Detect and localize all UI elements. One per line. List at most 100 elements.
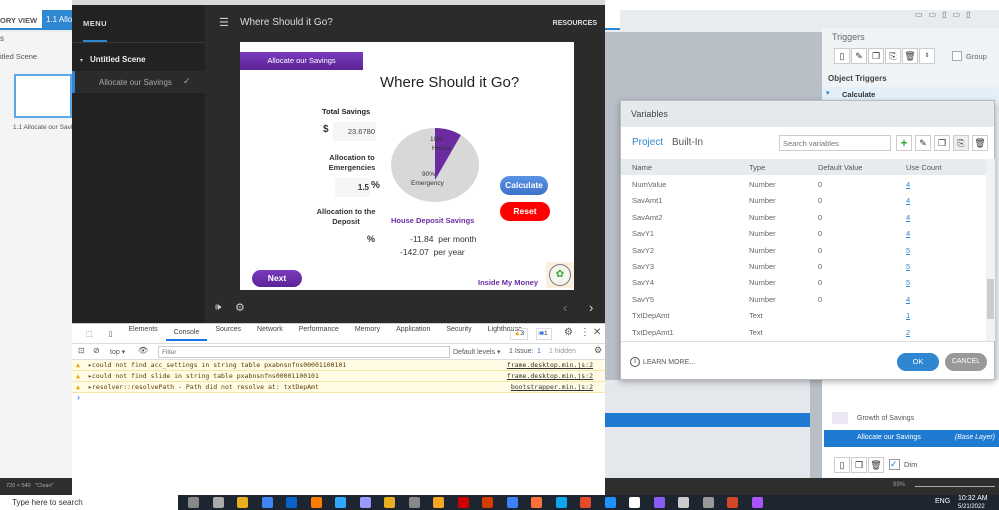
taskbar-app-icon[interactable] — [702, 497, 714, 508]
trigger-group-calculate[interactable]: ▾ Calculate — [822, 87, 999, 101]
levels-select[interactable]: Default levels ▾ — [453, 348, 500, 356]
taskbar-app-icon[interactable] — [580, 497, 591, 508]
tab-performance[interactable]: Performance — [291, 326, 347, 341]
tab-sources[interactable]: Sources — [207, 326, 249, 341]
paste-trigger-icon[interactable]: ⎘ — [885, 48, 901, 64]
source-link[interactable]: bootstrapper.min.js:2 — [511, 382, 593, 393]
copy-trigger-icon[interactable]: ❐ — [868, 48, 884, 64]
variable-row[interactable]: SavY5 Number 0 4 — [621, 291, 986, 307]
delete-layer-icon[interactable]: 🗑 — [868, 457, 884, 473]
variable-row[interactable]: TxtDepAmt1 Text 2 — [621, 324, 986, 340]
taskbar-app-icon[interactable] — [408, 497, 420, 508]
var-use-count[interactable]: 2 — [906, 328, 910, 337]
source-link[interactable]: frame.desktop.min.js:2 — [507, 360, 593, 371]
warnings-badge[interactable]: ▲3 — [510, 328, 529, 340]
taskbar-app-icon[interactable] — [188, 497, 199, 508]
delete-trigger-icon[interactable]: 🗑 — [902, 48, 918, 64]
variable-row[interactable]: SavAmt2 Number 0 4 — [621, 209, 986, 225]
taskbar-app-icon[interactable] — [727, 497, 738, 508]
taskbar-app-icon[interactable] — [531, 497, 542, 508]
taskbar-app-icon[interactable] — [457, 497, 469, 508]
zoom-slider[interactable] — [915, 486, 995, 487]
tab-built-in[interactable]: Built-In — [672, 137, 703, 148]
close-icon[interactable]: ✕ — [593, 327, 601, 338]
new-layer-icon[interactable]: ▯ — [834, 457, 850, 473]
sidebar-toggle-icon[interactable]: ⊡ — [78, 346, 85, 355]
scrollbar-thumb[interactable] — [987, 279, 994, 319]
variable-row[interactable]: SavY2 Number 0 5 — [621, 242, 986, 258]
hamburger-icon[interactable]: ☰ — [219, 16, 229, 29]
taskbar-app-icon[interactable] — [482, 497, 493, 508]
tab-memory[interactable]: Memory — [347, 326, 388, 341]
calculate-button[interactable]: Calculate — [500, 176, 548, 195]
taskbar-app-icon[interactable] — [751, 497, 763, 508]
add-variable-icon[interactable]: + — [896, 135, 912, 151]
variable-row[interactable]: SavY4 Number 0 5 — [621, 274, 986, 290]
taskbar-app-icon[interactable] — [237, 497, 248, 508]
clock-date[interactable]: 5/21/2022 — [958, 504, 985, 510]
edit-variable-icon[interactable]: ✎ — [915, 135, 931, 151]
menu-item-allocate[interactable]: Allocate our Savings ✓ — [72, 71, 205, 93]
tab-console[interactable]: Console — [165, 329, 208, 341]
var-use-count[interactable]: 4 — [906, 196, 910, 205]
var-use-count[interactable]: 4 — [906, 213, 910, 222]
collapse-icon[interactable]: ▾ — [80, 57, 83, 64]
console-settings-icon[interactable]: ⚙ — [594, 345, 602, 356]
var-use-count[interactable]: 5 — [906, 246, 910, 255]
info-badge[interactable]: ■1 — [536, 328, 552, 340]
device-preview-icons[interactable]: ▭▭▯▭▯ — [915, 10, 995, 22]
taskbar-app-icon[interactable] — [335, 497, 346, 508]
source-link[interactable]: frame.desktop.min.js:2 — [507, 371, 593, 382]
taskbar-app-icon[interactable] — [555, 497, 567, 508]
taskbar-app-icon[interactable] — [359, 497, 371, 508]
paste-variable-icon[interactable]: ⎘ — [953, 135, 969, 151]
taskbar-app-icon[interactable] — [433, 497, 444, 508]
clear-console-icon[interactable]: ⊘ — [93, 346, 100, 355]
variable-row[interactable]: SavY1 Number 0 4 — [621, 225, 986, 241]
var-use-count[interactable]: 5 — [906, 262, 910, 271]
tab-project[interactable]: Project — [632, 137, 663, 148]
issues-count[interactable]: 1 — [537, 348, 541, 355]
var-use-count[interactable]: 4 — [906, 295, 910, 304]
taskbar-app-icon[interactable] — [506, 497, 518, 508]
taskbar-app-icon[interactable] — [286, 497, 297, 508]
next-icon[interactable]: › — [589, 300, 593, 315]
copy-variable-icon[interactable]: ❐ — [934, 135, 950, 151]
kebab-menu-icon[interactable]: ⋮ — [580, 327, 590, 338]
var-use-count[interactable]: 5 — [906, 278, 910, 287]
tab-elements[interactable]: Elements — [120, 326, 165, 341]
alloc-emerg-input[interactable]: 1.5 — [335, 178, 370, 197]
settings-icon[interactable]: ⚙ — [235, 301, 245, 314]
taskbar-app-icon[interactable] — [629, 497, 640, 508]
issues-label[interactable]: 1 Issue: — [509, 348, 534, 355]
resources-button[interactable]: RESOURCES — [553, 20, 597, 27]
variable-row[interactable]: SavAmt1 Number 0 4 — [621, 192, 986, 208]
group-checkbox[interactable] — [952, 51, 962, 61]
learn-more-link[interactable]: LEARN MORE... — [643, 359, 695, 366]
eye-icon[interactable]: 👁 — [138, 346, 148, 355]
device-toolbar-icon[interactable]: ▯ — [101, 330, 121, 338]
search-variables-input[interactable] — [779, 135, 891, 151]
duplicate-layer-icon[interactable]: ❐ — [851, 457, 867, 473]
next-button[interactable]: Next — [252, 270, 302, 287]
taskbar-app-icon[interactable] — [261, 497, 273, 508]
slide-thumbnail[interactable] — [14, 74, 72, 118]
taskbar-app-icon[interactable] — [604, 497, 616, 508]
language[interactable]: ENG — [935, 498, 950, 505]
clock-time[interactable]: 10:32 AM — [958, 495, 988, 502]
layer-base[interactable]: Allocate our Savings (Base Layer) — [824, 430, 999, 447]
move-trigger-icon[interactable]: ⇕ — [919, 48, 935, 64]
var-use-count[interactable]: 1 — [906, 311, 910, 320]
reset-button[interactable]: Reset — [500, 202, 550, 221]
new-trigger-icon[interactable]: ▯ — [834, 48, 850, 64]
taskbar-app-icon[interactable] — [310, 497, 322, 508]
total-savings-input[interactable]: 23.6780 — [333, 122, 376, 141]
ok-button[interactable]: OK — [897, 353, 939, 371]
var-use-count[interactable]: 4 — [906, 180, 910, 189]
tab-network[interactable]: Network — [249, 326, 291, 341]
cancel-button[interactable]: CANCEL — [945, 353, 987, 371]
layer-growth[interactable]: Growth of Savings — [857, 415, 914, 422]
menu-scene[interactable]: Untitled Scene — [90, 55, 146, 64]
context-select[interactable]: top ▾ — [110, 348, 125, 356]
variable-row[interactable]: TxtDepAmt Text 1 — [621, 307, 986, 323]
